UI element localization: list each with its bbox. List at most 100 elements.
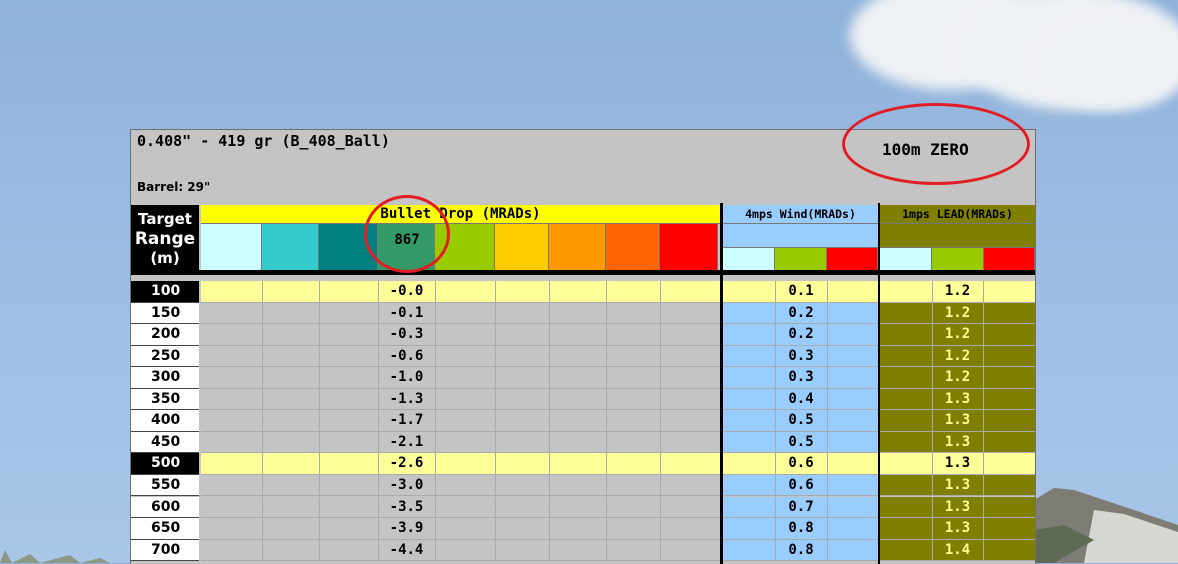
range-cell: 200	[131, 324, 199, 346]
drop-swatch-2	[262, 224, 319, 270]
wind-value: 0.2	[788, 304, 814, 321]
grid-line	[549, 453, 550, 475]
grid-line	[435, 324, 436, 346]
grid-line	[827, 367, 828, 389]
lead-swatch-2	[932, 248, 984, 270]
selected-swatch-value: 867	[394, 232, 420, 248]
grid-line	[983, 388, 984, 411]
grid-line	[435, 431, 436, 454]
grid-line	[660, 302, 661, 325]
grid-line	[827, 281, 828, 303]
grid-line	[983, 367, 984, 389]
drop-value: -1.0	[389, 369, 424, 386]
drop-header: Bullet Drop (MRADs)	[201, 205, 720, 224]
drop-segment	[201, 496, 720, 518]
grid-line	[983, 410, 984, 432]
grid-line	[606, 496, 607, 518]
lead-value: 1.3	[944, 520, 971, 537]
range-header-line3: (m)	[150, 249, 180, 267]
grid-line	[435, 496, 436, 518]
lead-swatch-3	[984, 248, 1035, 270]
grid-line	[606, 281, 607, 303]
grid-line	[262, 518, 263, 540]
grid-line	[319, 431, 320, 454]
grid-line	[435, 367, 436, 389]
lead-value: 1.2	[944, 304, 971, 321]
lead-color-swatches	[880, 248, 1035, 270]
grid-line	[435, 410, 436, 432]
range-cell: 550	[131, 474, 199, 497]
grid-line	[495, 367, 496, 389]
grid-line	[660, 324, 661, 346]
grid-line	[262, 431, 263, 454]
wind-value: 0.3	[788, 369, 814, 386]
drop-color-swatches	[201, 224, 720, 270]
drop-value: -0.0	[389, 283, 424, 299]
range-cell: 650	[131, 518, 199, 540]
grid-line	[495, 324, 496, 346]
grid-line	[660, 281, 661, 303]
grid-line	[827, 324, 828, 346]
grid-line	[827, 496, 828, 518]
grid-line	[319, 281, 320, 303]
wind-value: 0.5	[788, 412, 814, 429]
lead-swatch-1	[880, 248, 932, 270]
grid-line	[495, 410, 496, 432]
range-cell: 700	[131, 539, 199, 562]
lead-value: 1.3	[944, 412, 971, 429]
drop-value: -2.1	[389, 433, 424, 450]
grid-line	[983, 324, 984, 346]
grid-line	[827, 474, 828, 497]
range-cell: 400	[131, 410, 199, 432]
grid-line	[495, 431, 496, 454]
grid-line	[827, 431, 828, 454]
wind-value: 0.3	[788, 347, 814, 364]
grid-line	[660, 474, 661, 497]
grid-line	[549, 281, 550, 303]
grid-line	[495, 281, 496, 303]
cloud-shape	[1040, 20, 1178, 110]
grid-line	[319, 474, 320, 497]
wind-value: 0.2	[788, 326, 814, 343]
table-row: 450 -2.1 0.5 1.3	[131, 431, 1035, 454]
wind-value: 0.5	[788, 433, 814, 450]
drop-swatch-6	[495, 224, 549, 270]
lead-value: 1.2	[944, 347, 971, 364]
grid-line	[435, 281, 436, 303]
table-row: 350 -1.3 0.4 1.3	[131, 388, 1035, 411]
wind-color-swatches	[723, 248, 878, 270]
grid-line	[435, 453, 436, 475]
lead-value: 1.3	[944, 476, 971, 493]
range-header-line2: Range	[134, 229, 196, 249]
grid-line	[606, 388, 607, 411]
table-row: 400 -1.7 0.5 1.3	[131, 410, 1035, 432]
grid-line	[262, 367, 263, 389]
grid-line	[983, 281, 984, 303]
table-row: 550 -3.0 0.6 1.3	[131, 474, 1035, 497]
grid-line	[827, 410, 828, 432]
grid-line	[660, 345, 661, 368]
grid-line	[435, 539, 436, 562]
grid-line	[262, 281, 263, 303]
lead-value: 1.3	[944, 498, 971, 515]
wind-value: 0.7	[788, 498, 814, 515]
grid-line	[549, 431, 550, 454]
drop-segment	[201, 281, 720, 303]
drop-segment	[201, 474, 720, 497]
grid-line	[660, 518, 661, 540]
grid-line	[549, 367, 550, 389]
grid-line	[606, 518, 607, 540]
zero-label: 100m ZERO	[882, 140, 969, 159]
grid-line	[606, 367, 607, 389]
grid-line	[319, 539, 320, 562]
grid-line	[549, 410, 550, 432]
grid-line	[827, 345, 828, 368]
drop-swatch-7	[549, 224, 606, 270]
grid-line	[660, 367, 661, 389]
range-cell: 250	[131, 345, 199, 368]
grid-line	[660, 539, 661, 562]
range-cell: 600	[131, 496, 199, 518]
wind-value: 0.8	[788, 541, 814, 558]
range-cell: 500	[131, 453, 199, 475]
grid-line	[606, 410, 607, 432]
